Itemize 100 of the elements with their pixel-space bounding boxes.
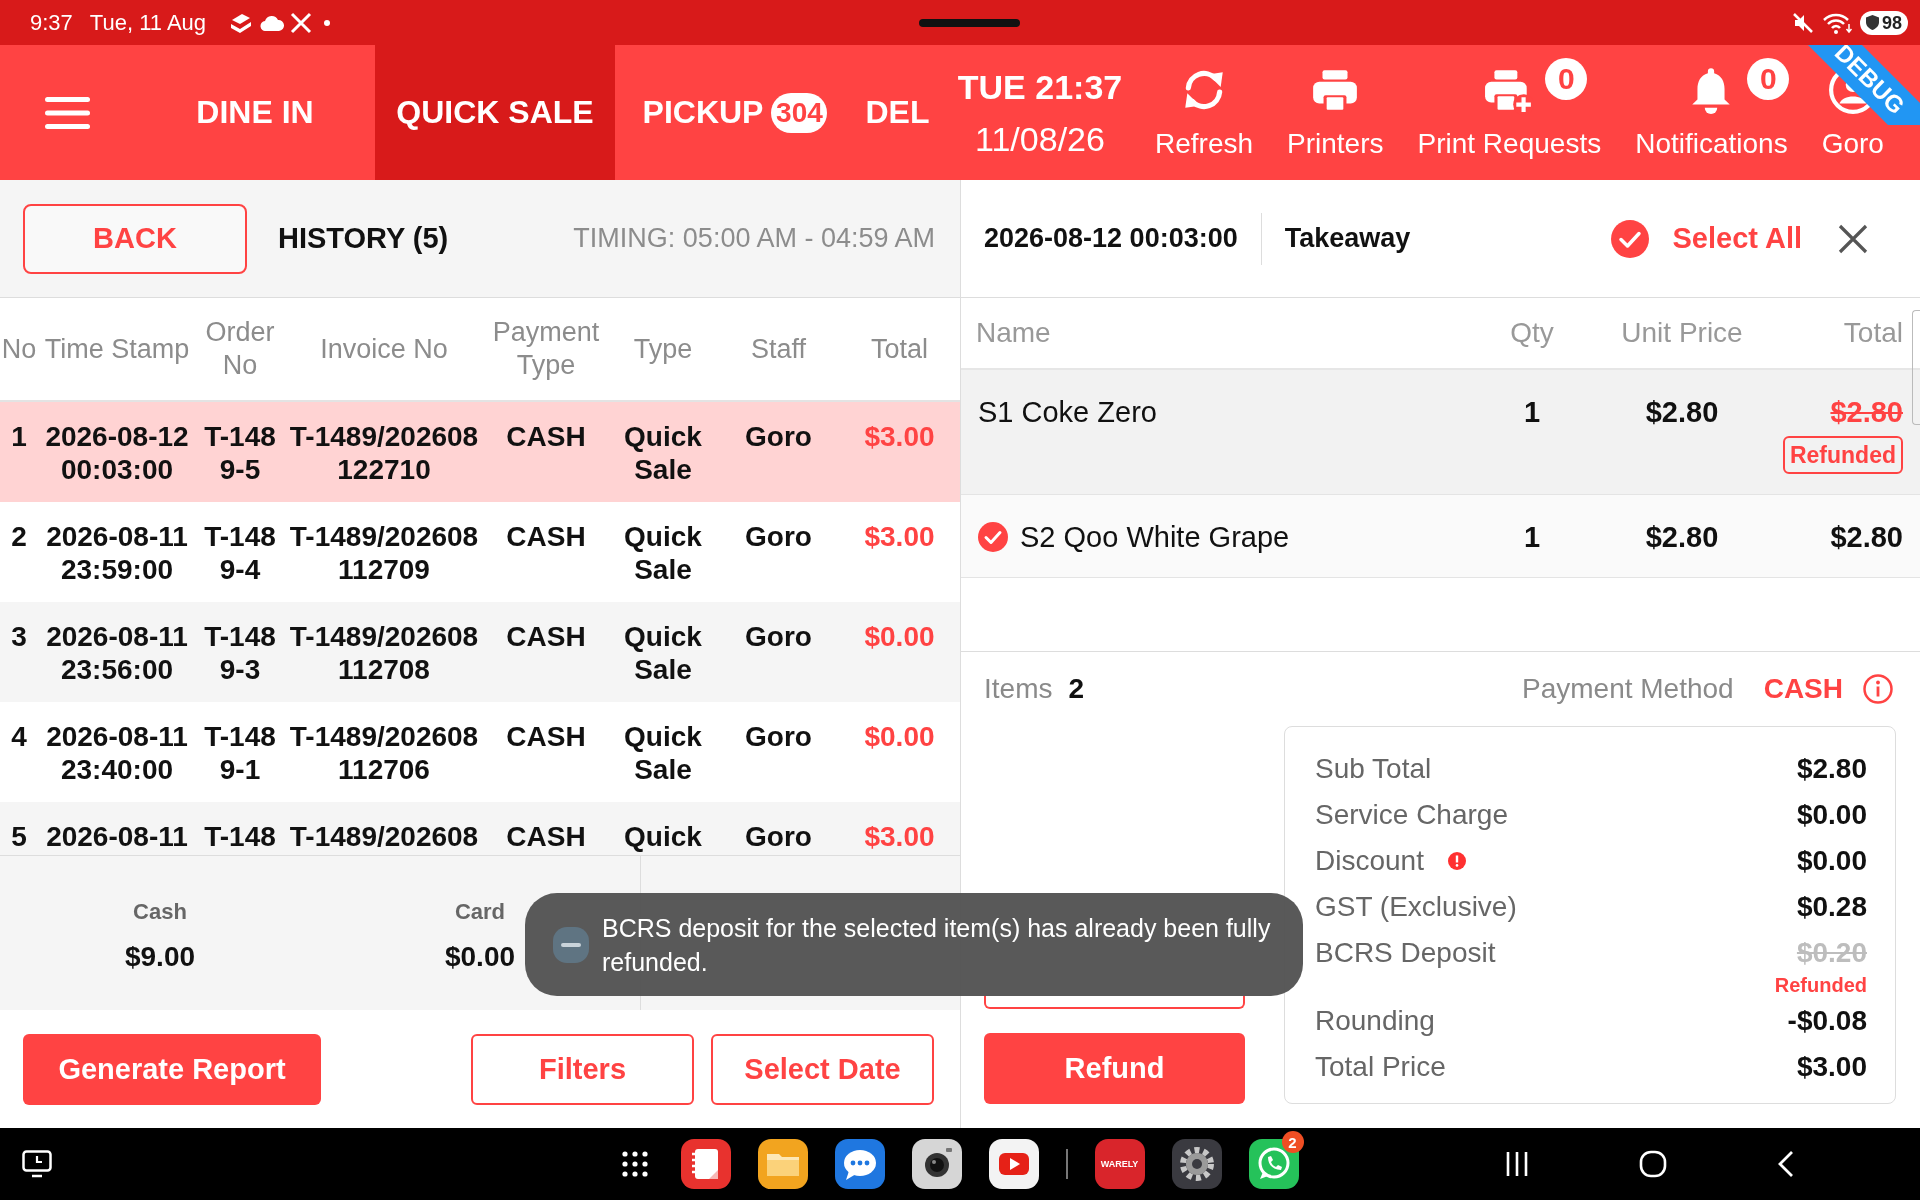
payment-method-value: CASH bbox=[1763, 673, 1843, 705]
table-cell-text: 3 bbox=[10, 620, 28, 653]
summary-label: GST (Exclusive) bbox=[1315, 891, 1517, 923]
table-cell-text: 1 bbox=[10, 420, 28, 453]
summary-label: Rounding bbox=[1315, 1005, 1435, 1037]
total-value: $9.00 bbox=[124, 940, 196, 974]
table-cell-text: $3.00 bbox=[863, 420, 936, 453]
x-icon bbox=[290, 11, 313, 34]
order-item-row[interactable]: S2 Qoo White Grape 1 $2.80 $2.80 bbox=[961, 495, 1920, 578]
count-badge: 0 bbox=[1545, 57, 1588, 100]
info-icon[interactable] bbox=[1863, 674, 1893, 704]
summary-value: $3.00 bbox=[1796, 1051, 1867, 1083]
history-row[interactable]: 3 2026-08-11 23:56:00 T-1489-3 T-1489/202608112708 CASH Quick Sale Goro $0.00 bbox=[0, 602, 960, 702]
table-cell-text: $0.00 bbox=[863, 720, 936, 753]
order-type-tab[interactable]: QUICK SALE bbox=[375, 45, 615, 180]
back-icon[interactable] bbox=[1777, 1150, 1795, 1178]
table-cell-text: Quick Sale bbox=[623, 420, 703, 486]
close-icon[interactable] bbox=[1838, 223, 1868, 254]
item-total: $2.80 bbox=[1830, 395, 1903, 430]
timing-text: TIMING: 05:00 AM - 04:59 AM bbox=[573, 223, 935, 254]
history-row[interactable]: 1 2026-08-12 00:03:00 T-1489-5 T-1489/202608122710 CASH Quick Sale Goro $3.00 bbox=[0, 402, 960, 502]
action-button[interactable]: Refund bbox=[984, 1033, 1245, 1104]
table-cell-text: Quick Sale bbox=[623, 620, 703, 686]
table-cell-text: Goro bbox=[744, 520, 813, 553]
action-button[interactable]: Filters bbox=[471, 1033, 694, 1105]
camera-app-icon[interactable] bbox=[911, 1139, 962, 1189]
item-unit-price: $2.80 bbox=[1644, 395, 1720, 430]
refunded-tag: Refunded bbox=[1782, 436, 1903, 474]
summary-value: $0.28 bbox=[1796, 891, 1867, 923]
table-cell-text: CASH bbox=[505, 620, 587, 653]
items-label: Items bbox=[984, 673, 1053, 705]
notes-app-icon[interactable] bbox=[680, 1139, 731, 1189]
table-cell-text: $3.00 bbox=[863, 820, 936, 853]
table-cell-text: 2026-08-12 00:03:00 bbox=[44, 420, 190, 486]
table-cell-text: Quick Sale bbox=[623, 520, 703, 586]
action-button[interactable]: Generate Report bbox=[23, 1033, 321, 1105]
summary-value: $0.00 bbox=[1796, 799, 1867, 831]
clock-date: 11/08/26 bbox=[975, 118, 1105, 160]
printers-button[interactable]: Printers bbox=[1287, 64, 1384, 161]
app-logo-button[interactable]: WARELY bbox=[1094, 1139, 1145, 1189]
toast-message: BCRS deposit for the selected item(s) has already been fully refunded. bbox=[602, 912, 1272, 978]
phone-chat-app-icon[interactable] bbox=[1248, 1139, 1299, 1189]
table-cell-text: Goro bbox=[744, 620, 813, 653]
order-item-row[interactable]: S1 Coke Zero 1 $2.80 $2.80 Refunded bbox=[961, 370, 1920, 495]
home-icon[interactable] bbox=[1639, 1150, 1667, 1178]
total-value: $0.00 bbox=[444, 940, 516, 974]
count-badge: 304 bbox=[771, 92, 828, 133]
column-header: Type bbox=[632, 332, 694, 366]
gear-app-icon[interactable] bbox=[1171, 1139, 1222, 1189]
select-all-button[interactable]: Select All bbox=[1610, 219, 1802, 258]
scrollbar[interactable] bbox=[1912, 310, 1920, 425]
order-type: Takeaway bbox=[1284, 223, 1411, 254]
table-cell-text: 2026-08-11 23:59:00 bbox=[45, 520, 189, 586]
recent-apps-icon[interactable] bbox=[1505, 1151, 1529, 1177]
column-header: Qty bbox=[1509, 317, 1555, 349]
refresh-button[interactable]: Refresh bbox=[1155, 64, 1254, 161]
item-total: $2.80 bbox=[1830, 520, 1903, 555]
column-header: Payment Type bbox=[491, 316, 601, 382]
app-grid-icon[interactable] bbox=[621, 1151, 648, 1177]
profile-button[interactable]: Goro bbox=[1821, 126, 1884, 161]
table-cell-text: T-1489-5 bbox=[203, 420, 277, 486]
table-cell-text: T-1489/202608122710 bbox=[288, 420, 480, 486]
count-badge: 2 bbox=[1281, 1131, 1304, 1153]
count-badge: 0 bbox=[1747, 57, 1790, 100]
column-header: Unit Price bbox=[1620, 317, 1744, 349]
summary-label: Sub Total bbox=[1315, 753, 1432, 785]
battery-level: 98 bbox=[1881, 11, 1902, 34]
table-cell-text: Quick Sale bbox=[623, 720, 703, 786]
action-button[interactable]: Select Date bbox=[711, 1033, 934, 1105]
table-cell-text: $3.00 bbox=[863, 520, 936, 553]
table-cell-text: T-1489/202608 bbox=[288, 820, 480, 853]
table-cell-text: CASH bbox=[505, 820, 587, 853]
table-cell-text: CASH bbox=[505, 720, 587, 753]
menu-icon[interactable] bbox=[45, 96, 90, 129]
table-cell-text: 2026-08-11 23:56:00 bbox=[45, 620, 189, 686]
screen-icon[interactable] bbox=[22, 1150, 52, 1178]
action-button[interactable] bbox=[984, 996, 1245, 1009]
table-cell-text: T-1489/202608112706 bbox=[288, 720, 480, 786]
play-app-icon[interactable] bbox=[988, 1139, 1039, 1189]
item-name: S2 Qoo White Grape bbox=[1020, 520, 1290, 555]
folder-app-icon[interactable] bbox=[757, 1139, 808, 1189]
column-header: Time Stamp bbox=[43, 332, 191, 366]
chat-app-icon[interactable] bbox=[834, 1139, 885, 1189]
table-cell-text: T-1489/202608112708 bbox=[288, 620, 480, 686]
table-cell-text: CASH bbox=[505, 420, 587, 453]
column-header: Order No bbox=[204, 316, 276, 382]
table-cell-text: 5 bbox=[10, 820, 28, 853]
table-cell-text: 2026-08-11 23:40:00 bbox=[45, 720, 189, 786]
history-row[interactable]: 5 2026-08-11 T-148 T-1489/202608 CASH Quick Goro $3.00 bbox=[0, 802, 960, 855]
mute-icon bbox=[1791, 11, 1814, 34]
back-button[interactable]: BACK bbox=[23, 203, 247, 274]
table-cell-text: Quick bbox=[623, 820, 703, 853]
table-cell-text: T-1489/202608112709 bbox=[288, 520, 480, 586]
table-cell-text: Goro bbox=[744, 420, 813, 453]
cloud-icon bbox=[260, 14, 285, 31]
column-header: Total bbox=[869, 332, 929, 366]
column-header: Total bbox=[1842, 317, 1903, 349]
table-cell-text: T-148 bbox=[203, 820, 277, 853]
item-qty: 1 bbox=[1522, 395, 1542, 430]
summary-label: BCRS Deposit bbox=[1315, 937, 1496, 969]
